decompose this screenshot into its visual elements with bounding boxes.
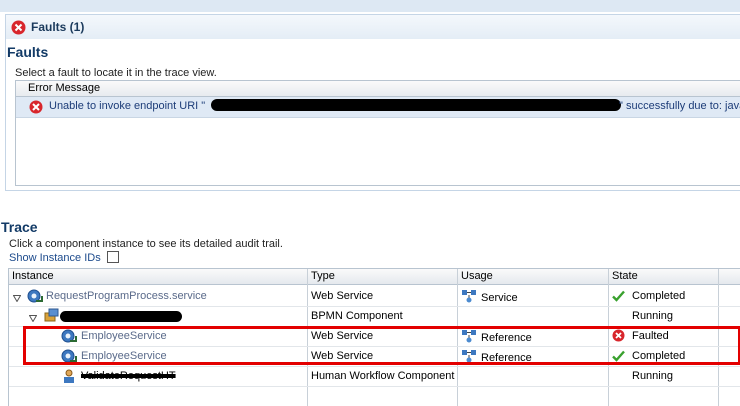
column-header-error-message[interactable]: Error Message xyxy=(28,82,100,94)
state-cell: Running xyxy=(632,310,673,322)
type-cell: Human Workflow Component xyxy=(311,370,455,382)
error-icon xyxy=(11,20,26,38)
trace-section-title: Trace xyxy=(1,219,38,235)
faults-panel-header[interactable]: Faults (1) xyxy=(5,14,740,39)
column-header-usage[interactable]: Usage xyxy=(461,270,493,282)
trace-hint: Click a component instance to see its de… xyxy=(9,238,283,250)
show-instance-ids-label: Show Instance IDs xyxy=(9,252,101,264)
instance-link[interactable]: RequestProgramProcess.service xyxy=(46,290,207,302)
faults-table: Error Message Unable to invoke endpoint … xyxy=(15,80,740,186)
fault-row[interactable]: Unable to invoke endpoint URI " " succes… xyxy=(16,97,740,118)
column-header-type[interactable]: Type xyxy=(311,270,335,282)
service-usage-icon xyxy=(461,288,478,306)
check-icon xyxy=(612,290,625,305)
human-workflow-icon xyxy=(61,369,77,387)
expand-toggle-icon[interactable] xyxy=(28,313,38,325)
type-cell: Web Service xyxy=(311,290,374,302)
trace-row[interactable]: ValidateRequestHT Human Workflow Compone… xyxy=(9,367,740,387)
show-instance-ids-checkbox[interactable] xyxy=(107,251,119,263)
trace-table-header: Instance Type Usage State xyxy=(9,269,740,285)
top-bar xyxy=(0,0,740,12)
cursor-marker xyxy=(66,40,76,54)
service-icon xyxy=(27,289,43,307)
trace-row[interactable]: BPMN Component Running xyxy=(9,307,740,327)
state-cell: Running xyxy=(632,370,673,382)
type-cell: BPMN Component xyxy=(311,310,403,322)
bpmn-component-icon xyxy=(43,308,60,326)
highlight-annotation xyxy=(23,326,740,365)
column-header-state[interactable]: State xyxy=(612,270,638,282)
column-header-instance[interactable]: Instance xyxy=(12,270,54,282)
usage-cell: Service xyxy=(481,292,518,304)
error-message-text: Unable to invoke endpoint URI " xyxy=(49,100,206,112)
state-cell: Completed xyxy=(632,290,686,302)
faults-table-header: Error Message xyxy=(16,81,740,97)
faults-section-title: Faults xyxy=(7,44,49,60)
error-icon xyxy=(29,100,43,117)
redacted-uri xyxy=(211,99,621,111)
faults-hint: Select a fault to locate it in the trace… xyxy=(15,67,217,79)
error-message-suffix: " successfully due to: javax. xyxy=(619,100,740,112)
faults-panel-title: Faults (1) xyxy=(31,20,85,34)
instance-link[interactable]: ValidateRequestHT xyxy=(81,370,176,382)
expand-toggle-icon[interactable] xyxy=(12,293,22,305)
redacted-instance-name xyxy=(60,311,182,322)
trace-row[interactable]: RequestProgramProcess.service Web Servic… xyxy=(9,287,740,307)
